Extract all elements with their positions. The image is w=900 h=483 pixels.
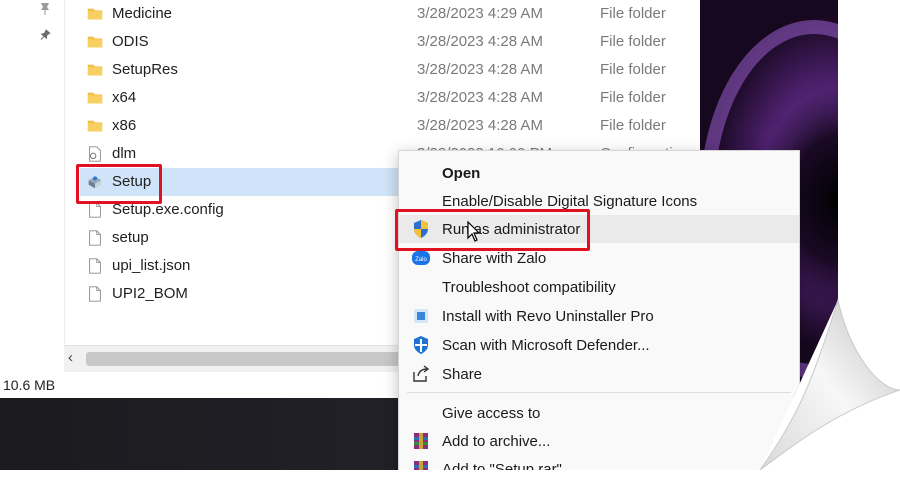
file-name: UPI2_BOM — [112, 285, 188, 302]
file-type: File folder — [600, 117, 666, 134]
file-date-modified: 3/28/2023 4:28 AM — [417, 89, 543, 106]
file-date-modified: 3/28/2023 4:28 AM — [417, 33, 543, 50]
file-row[interactable]: x64 3/28/2023 4:28 AM File folder — [80, 84, 690, 112]
setup-highlight-box — [76, 164, 162, 204]
context-menu-item-label: Add to archive... — [442, 433, 551, 450]
mouse-cursor-icon — [467, 221, 480, 242]
context-menu-item-label: Install with Revo Uninstaller Pro — [442, 308, 654, 325]
context-menu-item-label: Share — [442, 366, 483, 383]
file-type: File folder — [600, 33, 666, 50]
file-date-modified: 3/28/2023 4:28 AM — [417, 117, 543, 134]
file-name: upi_list.json — [112, 257, 191, 274]
file-icon — [86, 285, 104, 303]
file-type: File folder — [600, 61, 666, 78]
file-name: dlm — [112, 145, 137, 162]
winrar-icon — [411, 459, 431, 470]
file-name: x64 — [112, 89, 137, 106]
revo-uninstaller-icon — [411, 306, 431, 326]
run-as-admin-highlight-box — [395, 209, 590, 251]
scroll-left-arrow-icon[interactable]: ‹ — [68, 349, 73, 366]
context-menu-item-label: Give access to — [442, 405, 541, 422]
file-icon — [86, 257, 104, 275]
context-menu-item-label: Share with Zalo — [442, 250, 547, 267]
defender-shield-icon — [411, 335, 431, 355]
pin-icon[interactable] — [38, 28, 52, 42]
file-date-modified: 3/28/2023 4:29 AM — [417, 5, 543, 22]
file-name: Medicine — [112, 5, 173, 22]
file-row[interactable]: x86 3/28/2023 4:28 AM File folder — [80, 112, 690, 140]
config-file-icon — [86, 145, 104, 163]
file-icon — [86, 229, 104, 247]
zalo-icon: Zalo — [411, 248, 431, 268]
svg-text:Zalo: Zalo — [415, 257, 427, 263]
pin-icon[interactable] — [38, 2, 52, 16]
file-row[interactable]: SetupRes 3/28/2023 4:28 AM File folder — [80, 56, 690, 84]
page-curl-decoration — [759, 298, 900, 470]
context-menu-item-label: Enable/Disable Digital Signature Icons — [442, 193, 698, 210]
file-type: File folder — [600, 5, 666, 22]
context-menu-item-label: Troubleshoot compatibility — [442, 279, 616, 296]
file-date-modified: 3/28/2023 4:28 AM — [417, 61, 543, 78]
share-icon — [411, 364, 431, 384]
file-row[interactable]: Medicine 3/28/2023 4:29 AM File folder — [80, 0, 690, 28]
navigation-pane[interactable] — [0, 0, 65, 345]
file-row[interactable]: ODIS 3/28/2023 4:28 AM File folder — [80, 28, 690, 56]
file-name: x86 — [112, 117, 137, 134]
folder-icon — [86, 117, 104, 135]
winrar-icon — [411, 431, 431, 451]
context-menu-item-label: Scan with Microsoft Defender... — [442, 337, 650, 354]
file-name: SetupRes — [112, 61, 178, 78]
file-name: ODIS — [112, 33, 149, 50]
folder-icon — [86, 5, 104, 23]
selected-size: 10.6 MB — [3, 377, 56, 393]
scrollbar-thumb[interactable] — [86, 352, 416, 366]
folder-icon — [86, 89, 104, 107]
context-menu-item-label: Open — [442, 165, 481, 182]
file-name: setup — [112, 229, 149, 246]
folder-icon — [86, 33, 104, 51]
context-menu-item[interactable]: Open — [399, 159, 799, 187]
file-type: File folder — [600, 89, 666, 106]
folder-icon — [86, 61, 104, 79]
